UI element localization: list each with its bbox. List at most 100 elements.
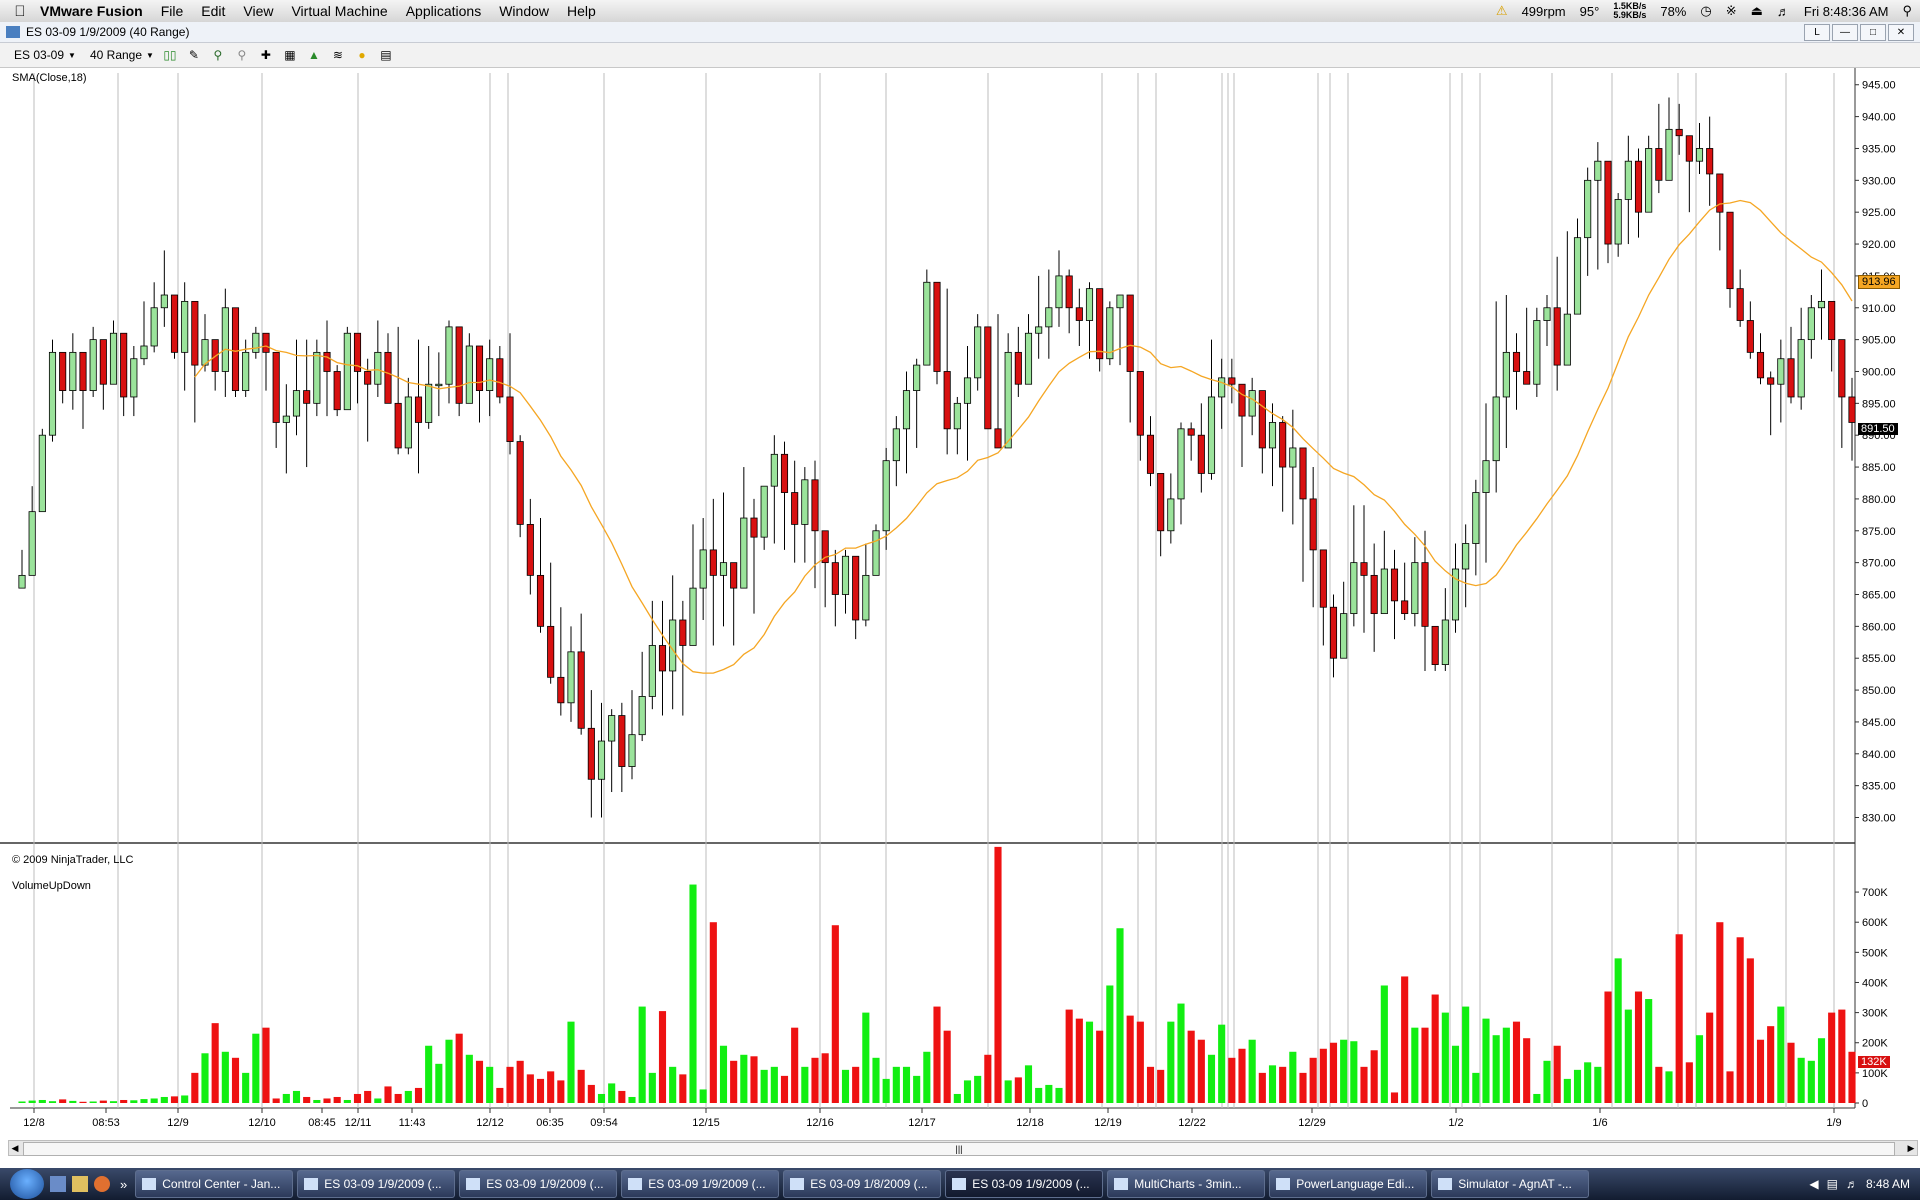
eject-icon[interactable]: ⏏ [1751, 3, 1763, 19]
strategies-icon[interactable]: ≋ [330, 47, 346, 63]
volume-bar-up [343, 1099, 351, 1103]
bluetooth-icon[interactable]: ※ [1726, 3, 1737, 19]
chart-canvas[interactable]: 830.00 835.00 840.00 845.00 850.00 855.00 860.… [0, 68, 1920, 1143]
warning-icon[interactable]: ⚠ [1496, 3, 1508, 19]
candle-down [1523, 371, 1531, 385]
alert-icon[interactable]: ● [354, 47, 370, 63]
scroll-left-icon[interactable]: ◀ [9, 1141, 21, 1155]
close-icon[interactable]: ✕ [1888, 24, 1914, 41]
price-tick-label: 945.00 [1862, 80, 1896, 92]
chart-area[interactable]: 830.00 835.00 840.00 845.00 850.00 855.00 860.… [0, 68, 1920, 1143]
x-tick-label: 08:45 [308, 1117, 336, 1129]
taskbar-clock[interactable]: 8:48 AM [1866, 1177, 1910, 1191]
volume-tick-label: 100K [1862, 1068, 1888, 1080]
tray-volume-icon[interactable]: ♬ [1846, 1177, 1858, 1191]
bar-style-icon[interactable]: ▯▯ [162, 47, 178, 63]
candle-up [872, 530, 880, 576]
task-chart-2[interactable]: ES 03-09 1/9/2009 (... [459, 1170, 618, 1198]
volume-bar-up [252, 1033, 260, 1103]
menubar-clock[interactable]: Fri 8:48:36 AM [1804, 4, 1889, 19]
candle-down [1767, 377, 1775, 385]
volume-bar-down [852, 1066, 860, 1103]
show-desktop-icon[interactable] [50, 1176, 66, 1192]
volume-bar-up [1085, 1021, 1094, 1103]
volume-bar-up [963, 1080, 972, 1103]
volume-bar-up [1167, 1021, 1175, 1103]
instrument-label: ES 03-09 [14, 48, 65, 62]
candle-down [1228, 377, 1236, 385]
task-chart-1[interactable]: ES 03-09 1/9/2009 (... [297, 1170, 456, 1198]
volume-icon[interactable]: ♬ [1777, 4, 1790, 19]
menu-view[interactable]: View [243, 3, 273, 19]
volume-bar-up [1045, 1084, 1053, 1103]
tray-expand-icon[interactable]: ◀ [1809, 1177, 1818, 1191]
candle-down [1136, 371, 1144, 436]
firefox-icon[interactable] [94, 1176, 110, 1192]
candle-down [394, 402, 402, 449]
scroll-thumb[interactable]: ||| [23, 1142, 1895, 1156]
app-menu[interactable]: VMware Fusion [40, 3, 143, 19]
volume-bar-down [658, 1011, 667, 1103]
explorer-icon[interactable] [72, 1176, 88, 1192]
zoom-in-icon[interactable]: ⚲ [210, 47, 226, 63]
task-chart-3[interactable]: ES 03-09 1/9/2009 (... [621, 1170, 780, 1198]
task-control-center[interactable]: Control Center - Jan... [135, 1170, 294, 1198]
chart-horizontal-scrollbar[interactable]: ◀ ||| ▶ [8, 1140, 1918, 1156]
menu-edit[interactable]: Edit [201, 3, 225, 19]
maximize-icon[interactable]: □ [1860, 24, 1886, 41]
candle-down [1726, 211, 1734, 290]
menu-help[interactable]: Help [567, 3, 596, 19]
properties-icon[interactable]: ▦ [282, 47, 298, 63]
scroll-right-icon[interactable]: ▶ [1905, 1141, 1917, 1155]
volume-bar-down [536, 1078, 545, 1103]
time-machine-icon[interactable]: ◷ [1700, 3, 1711, 19]
volume-bar-down [1096, 1030, 1104, 1103]
instrument-selector[interactable]: ES 03-09 ▼ [14, 48, 76, 62]
task-chart-4[interactable]: ES 03-09 1/8/2009 (... [783, 1170, 942, 1198]
task-simulator[interactable]: Simulator - AgnAT -... [1431, 1170, 1590, 1198]
candle-up [608, 715, 616, 742]
minimize-icon[interactable]: — [1832, 24, 1858, 41]
task-chart-active[interactable]: ES 03-09 1/9/2009 (... [945, 1170, 1104, 1198]
menu-window[interactable]: Window [499, 3, 549, 19]
candle-down [79, 351, 87, 391]
drawing-tool-icon[interactable]: ✎ [186, 47, 202, 63]
task-multicharts[interactable]: MultiCharts - 3min... [1107, 1170, 1266, 1198]
spotlight-search-icon[interactable]: ⚲ [1902, 3, 1912, 19]
period-selector[interactable]: 40 Range ▼ [90, 48, 154, 62]
candle-up [862, 574, 870, 621]
candle-down [99, 339, 107, 385]
volume-bar-up [1594, 1066, 1602, 1103]
system-tray: ◀ ▤ ♬ 8:48 AM [1809, 1168, 1910, 1200]
volume-bar-down [1065, 1009, 1073, 1103]
indicators-icon[interactable]: ▲ [306, 47, 322, 63]
candle-up [1177, 428, 1185, 500]
start-button-icon[interactable] [10, 1169, 44, 1199]
task-label: ES 03-09 1/9/2009 (... [972, 1177, 1090, 1191]
zoom-out-icon[interactable]: ⚲ [234, 47, 250, 63]
candle-up [1797, 339, 1805, 398]
volume-bar-down [1299, 1072, 1307, 1103]
menu-file[interactable]: File [161, 3, 184, 19]
candle-up [181, 300, 189, 353]
candle-up [597, 740, 606, 780]
network-icon[interactable]: ▤ [1827, 1177, 1838, 1191]
restore-icon[interactable]: L [1804, 24, 1830, 41]
candle-up [1817, 300, 1826, 309]
x-tick-label: 1/2 [1448, 1117, 1463, 1129]
task-powerlanguage-editor[interactable]: PowerLanguage Edi... [1269, 1170, 1428, 1198]
crosshair-icon[interactable]: ✚ [258, 47, 274, 63]
volume-bar-down [384, 1086, 392, 1103]
menu-applications[interactable]: Applications [406, 3, 482, 19]
candle-up [1665, 128, 1673, 181]
candle-up [1807, 307, 1815, 341]
volume-bar-down [1329, 1042, 1338, 1103]
volume-bar-down [506, 1066, 514, 1103]
data-box-icon[interactable]: ▤ [378, 47, 394, 63]
volume-bar-down [59, 1099, 67, 1103]
candle-up [638, 696, 646, 736]
quick-launch-overflow-icon[interactable]: » [120, 1177, 127, 1192]
menu-virtual-machine[interactable]: Virtual Machine [291, 3, 387, 19]
candle-down [1146, 434, 1155, 474]
apple-menu-icon[interactable]:  [0, 3, 40, 20]
